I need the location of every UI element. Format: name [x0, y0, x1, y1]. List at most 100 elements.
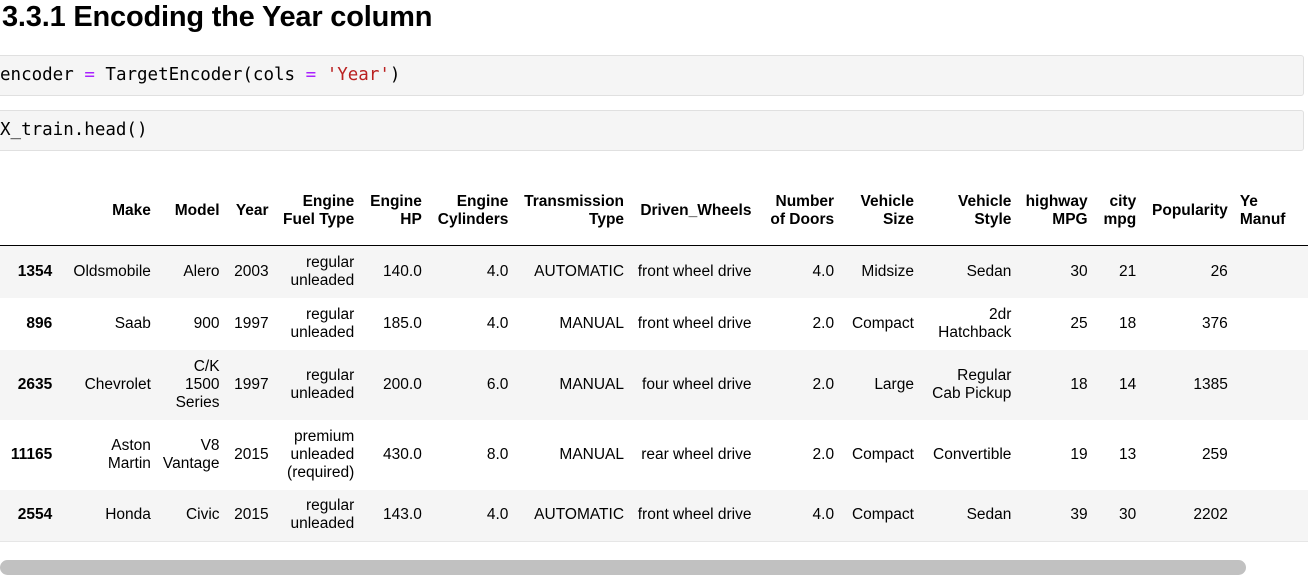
column-header: Engine Fuel Type	[274, 176, 361, 246]
table-cell: Convertible	[933, 445, 1012, 463]
table-cell: Oldsmobile	[73, 262, 151, 280]
table-cell: MANUAL	[559, 445, 625, 463]
column-header: highway MPG	[1017, 176, 1094, 246]
code-operator: =	[84, 65, 95, 85]
table-cell: 185.0	[383, 314, 422, 332]
table-cell: Compact	[851, 506, 914, 524]
table-cell: 376	[1201, 314, 1228, 332]
column-header: Model	[156, 176, 226, 246]
table-cell: Chevrolet	[84, 375, 151, 393]
table-cell: 2dr Hatchback	[938, 305, 1012, 341]
table-cell: 6.0	[486, 375, 509, 393]
table-cell: AUTOMATIC	[534, 262, 625, 280]
table-cell: four wheel drive	[642, 375, 752, 393]
table-cell	[1234, 350, 1308, 420]
table-cell: 1997	[234, 375, 269, 393]
table-cell: Honda	[105, 506, 151, 524]
table-cell: 39	[1070, 506, 1088, 524]
table-cell: Midsize	[861, 262, 914, 280]
code-cell-target-encoder[interactable]: encoder = TargetEncoder(cols = 'Year')	[0, 55, 1304, 96]
column-header: Engine Cylinders	[427, 176, 515, 246]
table-cell: Large	[874, 375, 914, 393]
row-index: 896	[26, 314, 53, 332]
code-token: )	[389, 65, 401, 85]
table-cell: 4.0	[486, 314, 509, 332]
table-cell: 18	[1070, 375, 1088, 393]
dataframe-table: Make Model Year Engine Fuel Type Engine …	[0, 176, 1308, 542]
table-cell: Compact	[851, 445, 914, 463]
column-header: city mpg	[1093, 176, 1143, 246]
column-header: Transmission Type	[514, 176, 631, 246]
table-cell: front wheel drive	[637, 506, 752, 524]
table-cell	[1234, 490, 1308, 542]
row-index: 11165	[10, 445, 53, 463]
table-cell: Civic	[185, 506, 220, 524]
table-row: 1354 Oldsmobile Alero 2003 regular unlea…	[0, 245, 1308, 298]
column-header: Ye Manuf	[1233, 176, 1308, 246]
table-cell: 2003	[234, 262, 269, 280]
table-cell: 14	[1118, 375, 1137, 393]
table-cell: 25	[1070, 314, 1088, 332]
table-cell: 1997	[234, 314, 269, 332]
table-cell: regular unleaded	[290, 366, 355, 402]
table-row: 2554 Honda Civic 2015 regular unleaded 1…	[0, 489, 1308, 542]
table-row: 896 Saab 900 1997 regular unleaded 185.0…	[0, 297, 1308, 350]
table-cell	[1234, 246, 1308, 298]
table-cell: 2015	[234, 506, 269, 524]
table-cell: 8.0	[486, 445, 509, 463]
table-cell: Regular Cab Pickup	[932, 366, 1012, 402]
table-cell: premium unleaded (required)	[287, 427, 355, 481]
table-cell: 26	[1210, 262, 1228, 280]
table-cell: 2015	[234, 445, 269, 463]
table-cell: 259	[1201, 445, 1228, 463]
code-token: TargetEncoder(cols	[105, 65, 296, 85]
table-cell: 900	[193, 314, 220, 332]
table-cell: 19	[1070, 445, 1088, 463]
table-cell: 1385	[1193, 375, 1228, 393]
table-cell: MANUAL	[559, 375, 625, 393]
horizontal-scrollbar-thumb[interactable]	[0, 560, 1246, 575]
column-header: Vehicle Style	[919, 176, 1018, 246]
table-row: 2635 Chevrolet C/K 1500 Series 1997 regu…	[0, 349, 1308, 420]
table-cell	[1234, 298, 1308, 350]
column-header: Engine HP	[360, 176, 428, 246]
table-cell: regular unleaded	[290, 253, 355, 289]
table-cell: 30	[1118, 506, 1137, 524]
table-cell: V8 Vantage	[162, 436, 220, 472]
table-cell: 30	[1070, 262, 1088, 280]
table-cell: 2.0	[812, 375, 835, 393]
table-cell: rear wheel drive	[641, 445, 752, 463]
table-cell: Aston Martin	[107, 436, 151, 472]
table-cell: 200.0	[383, 375, 422, 393]
section-heading: 3.3.1 Encoding the Year column	[2, 1, 433, 33]
table-cell: 4.0	[812, 262, 835, 280]
code-string: 'Year'	[326, 65, 390, 85]
column-header: Vehicle Size	[840, 176, 920, 246]
table-header-row: Make Model Year Engine Fuel Type Engine …	[0, 176, 1308, 246]
code-cell-head[interactable]: X_train.head()	[0, 110, 1304, 151]
table-cell: 143.0	[383, 506, 422, 524]
table-cell: regular unleaded	[290, 305, 355, 341]
table-cell: 430.0	[383, 445, 422, 463]
table-cell: 4.0	[812, 506, 835, 524]
table-cell: front wheel drive	[637, 262, 752, 280]
code-token: encoder	[0, 65, 74, 85]
table-cell: regular unleaded	[290, 497, 355, 533]
table-cell: 2.0	[812, 314, 835, 332]
table-cell: Compact	[851, 314, 914, 332]
row-index: 2635	[17, 375, 53, 393]
dataframe-output: Make Model Year Engine Fuel Type Engine …	[0, 176, 1308, 554]
table-row: 11165 Aston Martin V8 Vantage 2015 premi…	[0, 419, 1308, 490]
table-cell: Saab	[114, 314, 151, 332]
code-token: X_train.head()	[0, 120, 148, 140]
table-cell: 4.0	[486, 262, 509, 280]
column-header: Popularity	[1142, 176, 1234, 246]
table-cell: MANUAL	[559, 314, 625, 332]
column-header-index	[0, 176, 59, 246]
table-cell: 21	[1118, 262, 1137, 280]
table-cell: Sedan	[966, 262, 1012, 280]
table-cell: 18	[1118, 314, 1137, 332]
table-cell: Sedan	[966, 506, 1012, 524]
row-index: 2554	[17, 506, 53, 524]
table-cell: 13	[1118, 445, 1137, 463]
